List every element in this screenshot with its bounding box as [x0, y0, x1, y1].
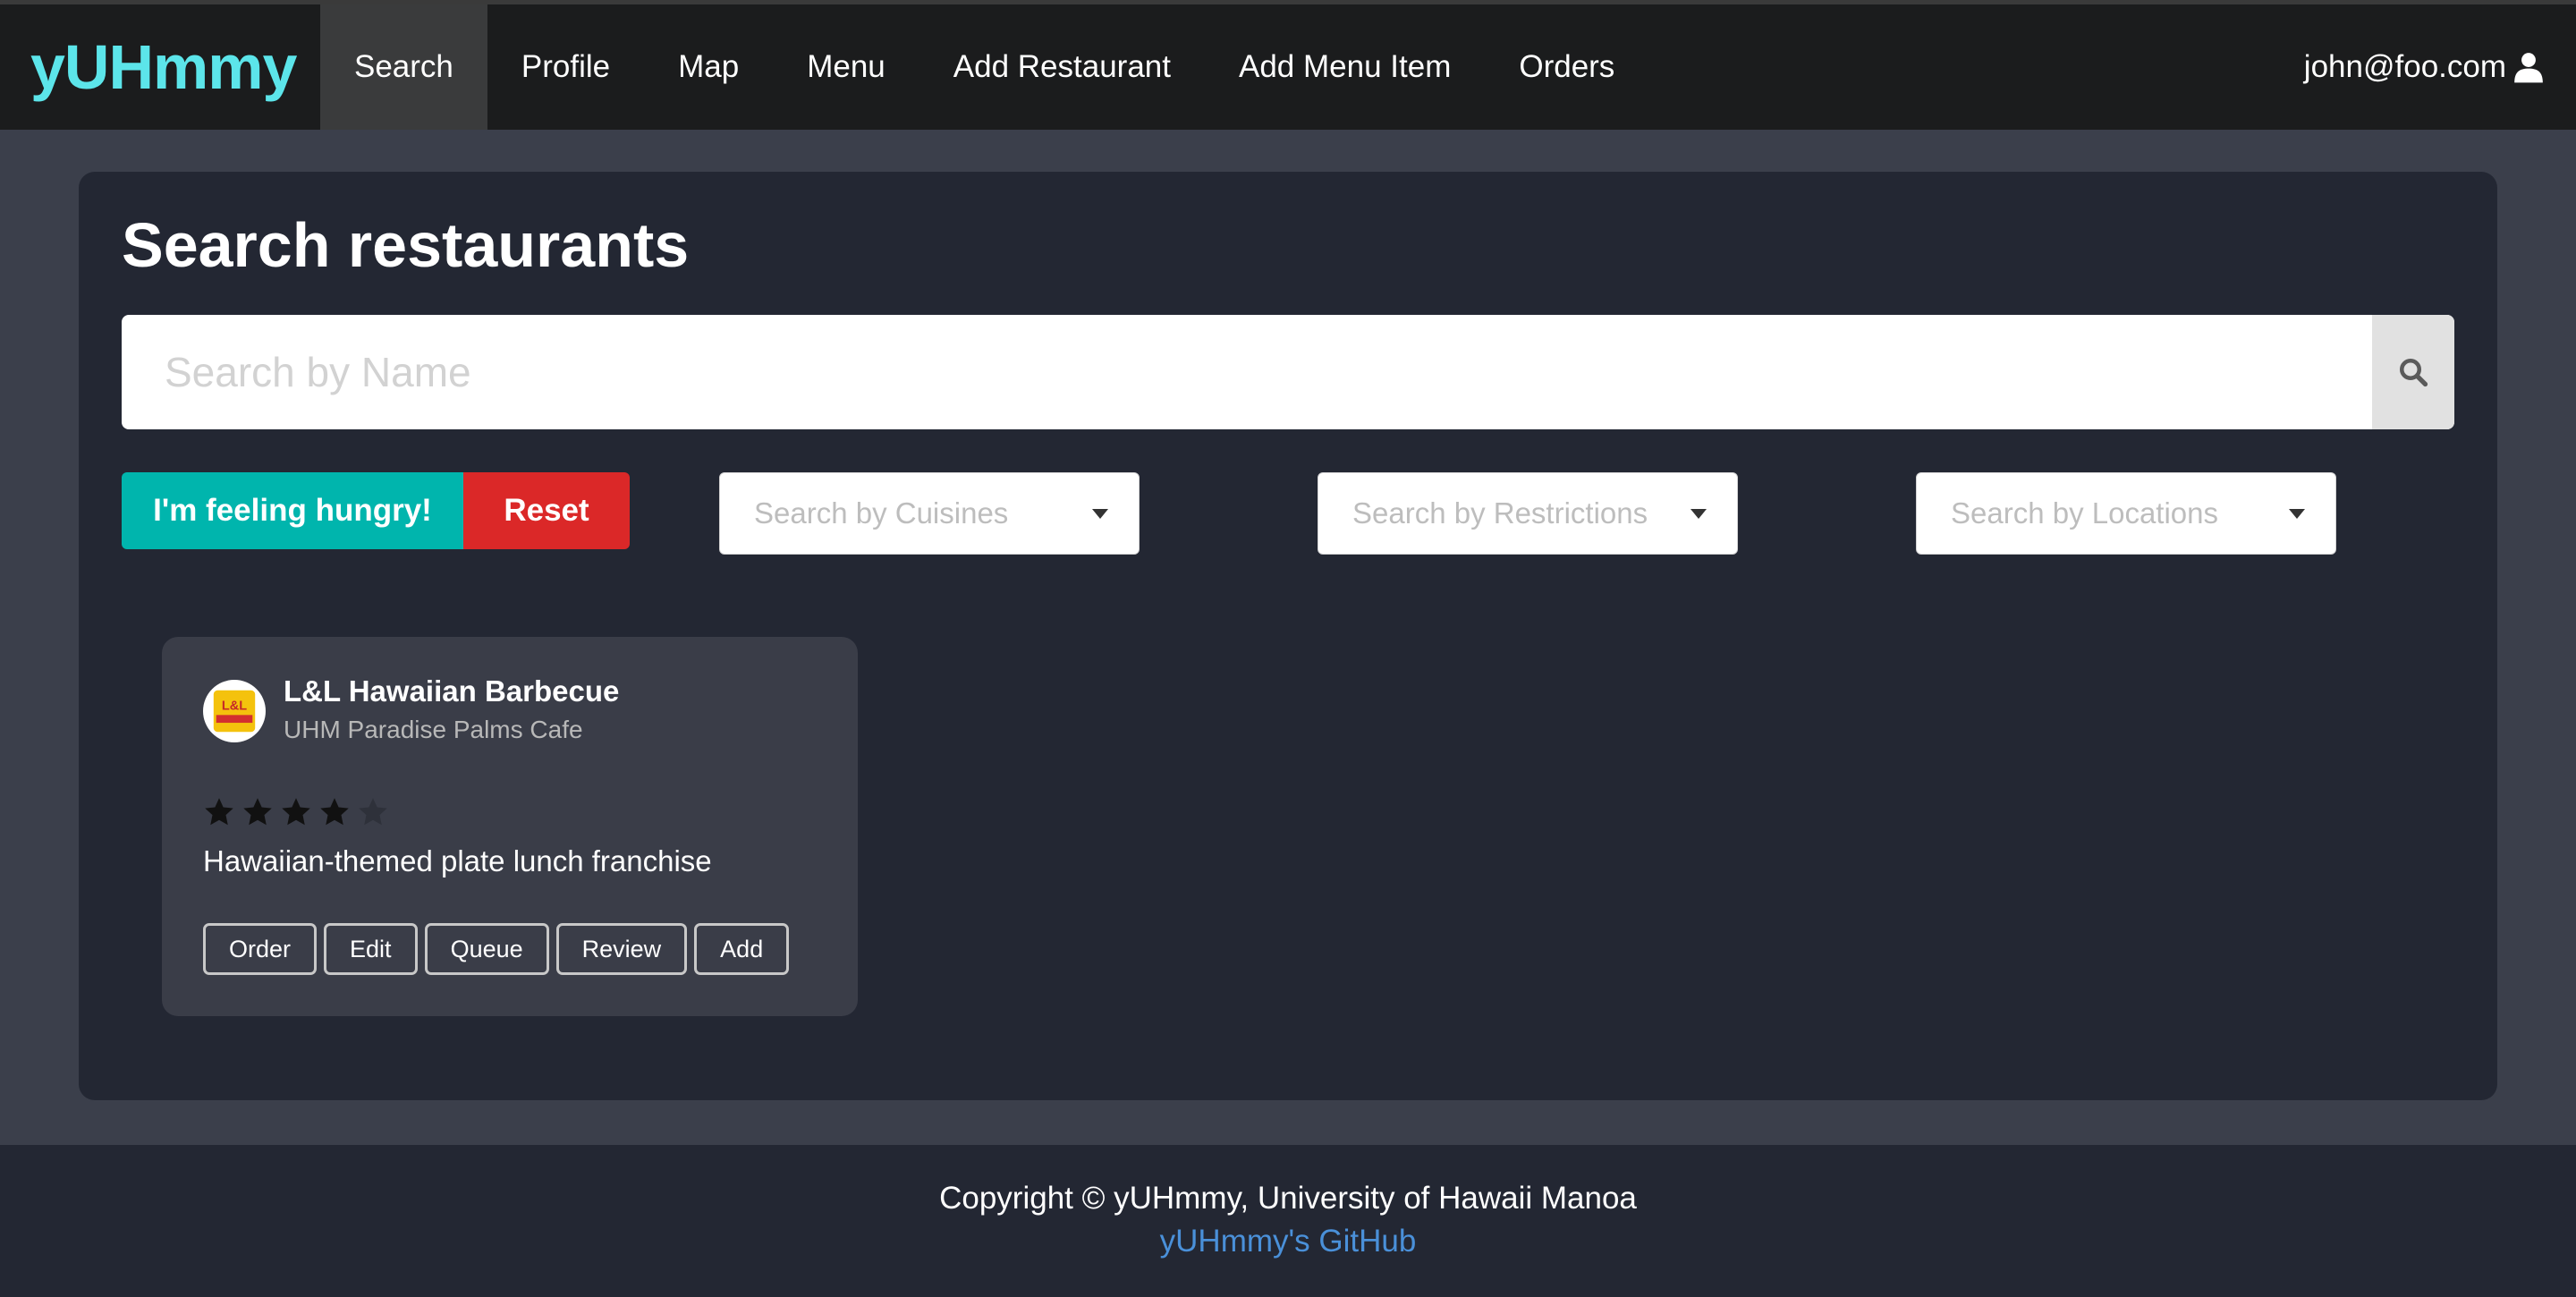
restaurant-location: UHM Paradise Palms Cafe — [284, 716, 583, 743]
restaurant-logo: L&L — [203, 680, 266, 742]
search-input[interactable] — [122, 315, 2372, 429]
github-link[interactable]: yUHmmy's GitHub — [0, 1224, 2576, 1259]
star-filled-icon — [282, 798, 310, 826]
nav-map[interactable]: Map — [644, 4, 773, 130]
star-filled-icon — [320, 798, 349, 826]
user-menu[interactable]: john@foo.com — [2304, 4, 2546, 130]
order-button[interactable]: Order — [203, 923, 318, 975]
search-panel: Search restaurants I'm feeling hungry! R… — [79, 172, 2497, 1100]
card-actions: Order Edit Queue Review Add — [203, 923, 790, 975]
restrictions-dropdown-placeholder: Search by Restrictions — [1352, 496, 1648, 530]
reset-button[interactable]: Reset — [463, 472, 630, 549]
cuisines-dropdown-placeholder: Search by Cuisines — [754, 496, 1009, 530]
star-filled-icon — [243, 798, 272, 826]
nav-add-restaurant[interactable]: Add Restaurant — [919, 4, 1205, 130]
brand-logo[interactable]: yUHmmy — [0, 4, 320, 130]
queue-button[interactable]: Queue — [424, 923, 549, 975]
user-icon — [2514, 53, 2543, 83]
review-button[interactable]: Review — [555, 923, 688, 975]
nav-profile[interactable]: Profile — [487, 4, 644, 130]
caret-down-icon — [1690, 508, 1707, 519]
nav-search[interactable]: Search — [320, 4, 487, 130]
restrictions-dropdown[interactable]: Search by Restrictions — [1318, 472, 1738, 555]
caret-down-icon — [1092, 508, 1108, 519]
ll-hawaiian-logo-icon: L&L — [213, 690, 256, 733]
user-email: john@foo.com — [2303, 49, 2506, 84]
rating-stars — [203, 796, 389, 828]
svg-text:L&L: L&L — [222, 699, 247, 714]
restaurant-card: L&L L&L Hawaiian Barbecue UHM Paradise P… — [162, 637, 858, 1016]
locations-dropdown[interactable]: Search by Locations — [1916, 472, 2336, 555]
nav-menu[interactable]: Menu — [773, 4, 919, 130]
top-navbar: yUHmmy Search Profile Map Menu Add Resta… — [0, 0, 2576, 130]
add-button[interactable]: Add — [694, 923, 790, 975]
search-bar — [122, 315, 2454, 429]
nav-orders[interactable]: Orders — [1485, 4, 1648, 130]
edit-button[interactable]: Edit — [324, 923, 418, 975]
action-button-group: I'm feeling hungry! Reset — [122, 472, 630, 549]
footer-copyright: Copyright © yUHmmy, University of Hawaii… — [939, 1181, 1637, 1216]
caret-down-icon — [2289, 508, 2305, 519]
nav-add-menu-item[interactable]: Add Menu Item — [1205, 4, 1485, 130]
locations-dropdown-placeholder: Search by Locations — [1951, 496, 2219, 530]
footer: Copyright © yUHmmy, University of Hawaii… — [0, 1145, 2576, 1297]
restaurant-name: L&L Hawaiian Barbecue — [284, 674, 620, 708]
restaurant-description: Hawaiian-themed plate lunch franchise — [203, 844, 712, 877]
search-icon — [2400, 359, 2428, 387]
star-empty-icon — [359, 798, 387, 826]
feeling-hungry-button[interactable]: I'm feeling hungry! — [122, 472, 463, 549]
star-filled-icon — [205, 798, 233, 826]
search-button[interactable] — [2372, 315, 2454, 429]
cuisines-dropdown[interactable]: Search by Cuisines — [719, 472, 1140, 555]
page-title: Search restaurants — [122, 210, 690, 280]
